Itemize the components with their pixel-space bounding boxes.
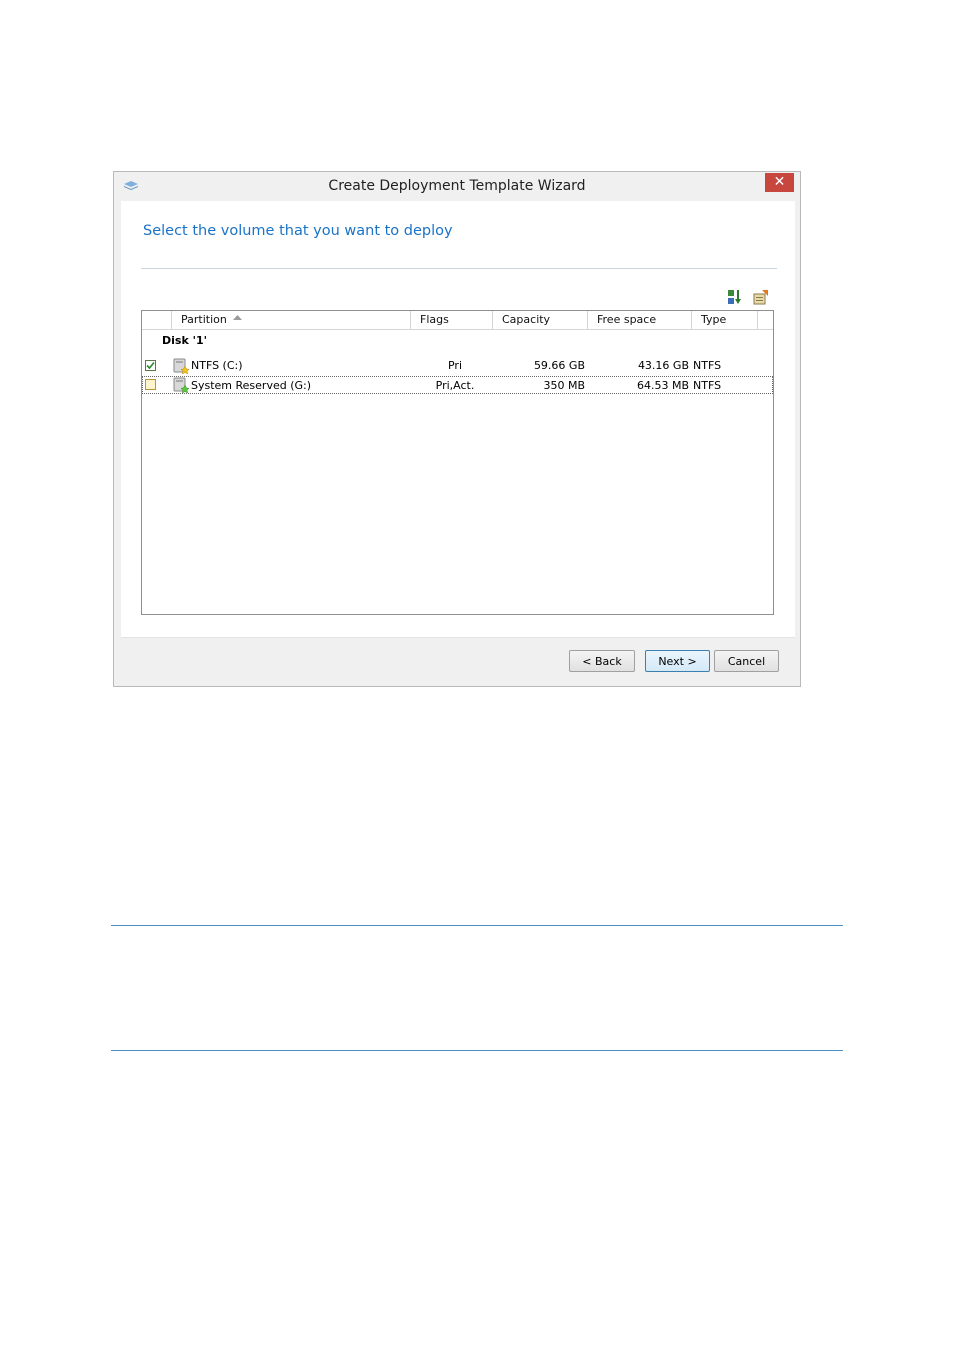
sort-ascending-icon — [233, 315, 242, 320]
volume-type: NTFS — [693, 379, 722, 392]
column-header-partition[interactable]: Partition — [172, 311, 411, 329]
column-label: Partition — [181, 313, 227, 326]
page-rule-bottom — [111, 1050, 843, 1051]
cancel-button[interactable]: Cancel — [714, 650, 779, 672]
page-rule-top — [111, 925, 843, 926]
volume-icon — [173, 377, 189, 393]
column-header-capacity[interactable]: Capacity — [493, 311, 588, 329]
column-header-flags[interactable]: Flags — [411, 311, 493, 329]
heading-separator — [141, 268, 777, 269]
volume-checkbox[interactable] — [145, 360, 156, 371]
grid-header: Partition Flags Capacity Free space Type — [142, 311, 773, 330]
volume-flags: Pri,Act. — [435, 379, 475, 392]
sort-icon[interactable] — [727, 289, 743, 305]
next-button[interactable]: Next > — [645, 650, 710, 672]
volume-free-space: 43.16 GB — [637, 359, 689, 372]
volume-name: NTFS (C:) — [191, 359, 243, 372]
volume-type: NTFS — [693, 359, 722, 372]
volume-capacity: 59.66 GB — [533, 359, 585, 372]
close-button[interactable]: ✕ — [765, 173, 794, 192]
volume-icon — [173, 358, 189, 374]
column-header-free-space[interactable]: Free space — [588, 311, 692, 329]
title-bar[interactable]: Create Deployment Template Wizard ✕ — [114, 172, 800, 200]
disk-group-label: Disk '1' — [162, 334, 207, 347]
table-row[interactable]: NTFS (C:) Pri 59.66 GB 43.16 GB NTFS — [142, 357, 773, 375]
column-header-type[interactable]: Type — [692, 311, 758, 329]
window-title: Create Deployment Template Wizard — [328, 178, 586, 194]
back-button[interactable]: < Back — [569, 650, 635, 672]
volume-flags: Pri — [447, 359, 463, 372]
volume-checkbox[interactable] — [145, 379, 156, 390]
volume-free-space: 64.53 MB — [636, 379, 689, 392]
wizard-content: Select the volume that you want to deplo… — [121, 201, 795, 637]
table-row[interactable]: System Reserved (G:) Pri,Act. 350 MB 64.… — [142, 376, 773, 394]
checkmark-icon — [146, 361, 155, 370]
checkbox-column-header — [142, 311, 172, 329]
wizard-window: Create Deployment Template Wizard ✕ Sele… — [113, 171, 801, 687]
page-heading: Select the volume that you want to deplo… — [143, 223, 453, 239]
volume-grid: Partition Flags Capacity Free space Type… — [141, 310, 774, 615]
button-bar: < Back Next > Cancel — [121, 637, 795, 684]
properties-icon[interactable] — [753, 289, 769, 305]
volume-name: System Reserved (G:) — [191, 379, 312, 392]
volume-capacity: 350 MB — [543, 379, 585, 392]
